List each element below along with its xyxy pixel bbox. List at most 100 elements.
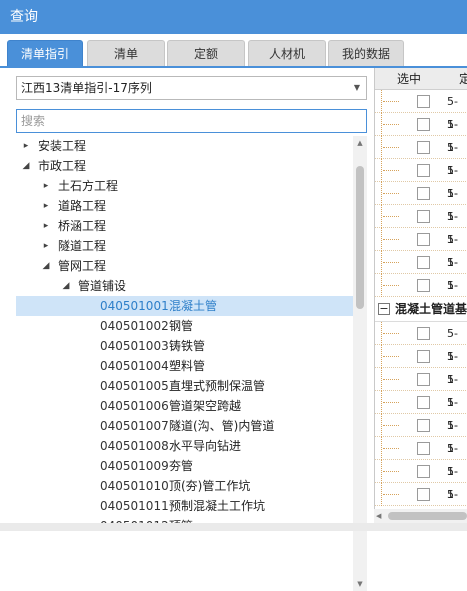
result-row[interactable]: 5-1-	[375, 251, 467, 292]
tree-node-pipe-laying[interactable]: ◢ 管道铺设	[16, 276, 353, 296]
column-header-select[interactable]: 选中	[397, 68, 421, 90]
tree-node-pipe-network[interactable]: ◢ 管网工程	[16, 256, 353, 276]
tree-item-040501002[interactable]: 040501002 钢管	[16, 316, 353, 336]
tree-item-040501007[interactable]: 040501007 隧道(沟、管)内管道	[16, 416, 353, 436]
row-checkbox[interactable]	[417, 350, 430, 363]
row-checkbox[interactable]	[417, 465, 430, 478]
tree-line	[381, 483, 382, 506]
expand-icon[interactable]: ▸	[40, 196, 52, 216]
tree-node-label: 市政工程	[38, 159, 87, 173]
tree-item-040501001[interactable]: 040501001 混凝土管	[16, 296, 353, 316]
result-row[interactable]: 5-1-	[375, 437, 467, 478]
tree-node-label: 道路工程	[58, 199, 107, 213]
tree-line	[383, 333, 399, 334]
row-checkbox[interactable]	[417, 419, 430, 432]
tree-line	[381, 414, 382, 437]
tree-node-road[interactable]: ▸ 道路工程	[16, 196, 353, 216]
scroll-left-icon[interactable]: ◀	[376, 509, 381, 523]
row-checkbox[interactable]	[417, 187, 430, 200]
chevron-down-icon[interactable]: ▼	[354, 77, 360, 99]
result-row[interactable]: 5-1-	[375, 274, 467, 315]
scrollbar-thumb[interactable]	[356, 166, 364, 309]
row-checkbox[interactable]	[417, 256, 430, 269]
collapse-icon[interactable]: ◢	[20, 156, 32, 176]
row-checkbox[interactable]	[417, 373, 430, 386]
result-row[interactable]: 5-1-	[375, 322, 467, 363]
tree-node-earthwork[interactable]: ▸ 土石方工程	[16, 176, 353, 196]
result-row[interactable]: 5-1-	[375, 182, 467, 223]
tab-material[interactable]: 人材机	[248, 40, 326, 66]
result-row[interactable]: 5-1-	[375, 483, 467, 524]
item-name: 夯管	[169, 459, 194, 473]
expand-icon[interactable]: ▸	[40, 216, 52, 236]
row-checkbox[interactable]	[417, 442, 430, 455]
tree-line	[381, 113, 382, 136]
guide-select-value: 江西13清单指引-17序列	[21, 81, 152, 95]
tree-line	[383, 170, 399, 171]
scrollbar-thumb[interactable]	[388, 512, 467, 520]
tree-line	[383, 471, 399, 472]
collapse-icon[interactable]: ◢	[60, 276, 72, 296]
tree-line	[381, 159, 382, 182]
tab-my-data[interactable]: 我的数据	[328, 40, 404, 66]
tree-line	[383, 147, 399, 148]
result-row[interactable]: 5-1-	[375, 159, 467, 200]
column-header-code[interactable]: 定	[459, 68, 467, 90]
tree-item-040501003[interactable]: 040501003 铸铁管	[16, 336, 353, 356]
item-code: 040501010	[100, 479, 169, 493]
item-name: 顶(夯)管工作坑	[169, 479, 251, 493]
tree-line	[383, 193, 399, 194]
result-row[interactable]: 5-1-	[375, 90, 467, 131]
collapse-icon[interactable]: −	[378, 303, 390, 315]
row-checkbox[interactable]	[417, 396, 430, 409]
tree-item-040501008[interactable]: 040501008 水平导向钻进	[16, 436, 353, 456]
row-checkbox[interactable]	[417, 210, 430, 223]
tree-node-install[interactable]: ▸ 安装工程	[16, 136, 353, 156]
row-checkbox[interactable]	[417, 141, 430, 154]
expand-icon[interactable]: ▸	[40, 176, 52, 196]
tree-node-bridge[interactable]: ▸ 桥涵工程	[16, 216, 353, 236]
guide-select[interactable]: 江西13清单指引-17序列 ▼	[16, 76, 367, 100]
tree-line	[383, 379, 399, 380]
result-row[interactable]: 5-1-	[375, 205, 467, 246]
scroll-down-icon[interactable]: ▼	[353, 577, 367, 591]
row-checkbox[interactable]	[417, 488, 430, 501]
tree-item-040501011[interactable]: 040501011 预制混凝土工作坑	[16, 496, 353, 516]
tree-item-040501005[interactable]: 040501005 直埋式预制保温管	[16, 376, 353, 396]
result-row[interactable]: 5-1-	[375, 368, 467, 409]
result-row[interactable]: 5-1-	[375, 414, 467, 455]
expand-icon[interactable]: ▸	[40, 236, 52, 256]
collapse-icon[interactable]: ◢	[40, 256, 52, 276]
row-checkbox[interactable]	[417, 164, 430, 177]
results-horizontal-scrollbar[interactable]: ◀	[374, 509, 467, 523]
row-checkbox[interactable]	[417, 118, 430, 131]
row-checkbox[interactable]	[417, 233, 430, 246]
result-row[interactable]: 5-1-	[375, 345, 467, 386]
row-checkbox[interactable]	[417, 279, 430, 292]
tab-guide[interactable]: 清单指引	[7, 40, 83, 66]
result-row[interactable]: 5-1-	[375, 136, 467, 177]
tab-quota[interactable]: 定额	[167, 40, 245, 66]
results-header: 选中 定	[375, 68, 467, 90]
tree-item-040501010[interactable]: 040501010 顶(夯)管工作坑	[16, 476, 353, 496]
tree-node-tunnel[interactable]: ▸ 隧道工程	[16, 236, 353, 256]
tree-item-040501009[interactable]: 040501009 夯管	[16, 456, 353, 476]
result-row[interactable]: 5-1-	[375, 228, 467, 269]
scroll-up-icon[interactable]: ▲	[353, 136, 367, 150]
result-group-header[interactable]: − 混凝土管道基	[375, 297, 467, 322]
expand-icon[interactable]: ▸	[20, 136, 32, 156]
tree-item-040501004[interactable]: 040501004 塑料管	[16, 356, 353, 376]
result-row[interactable]: 5-1-	[375, 460, 467, 501]
tree-line	[383, 494, 399, 495]
item-name: 隧道(沟、管)内管道	[169, 419, 275, 433]
item-code: 040501007	[100, 419, 169, 433]
tree-line	[383, 124, 399, 125]
tree-node-municipal[interactable]: ◢ 市政工程	[16, 156, 353, 176]
search-input[interactable]	[16, 109, 367, 133]
result-row[interactable]: 5-1-	[375, 391, 467, 432]
tab-bill[interactable]: 清单	[87, 40, 165, 66]
row-checkbox[interactable]	[417, 95, 430, 108]
row-checkbox[interactable]	[417, 327, 430, 340]
tree-item-040501006[interactable]: 040501006 管道架空跨越	[16, 396, 353, 416]
result-row[interactable]: 5-1-	[375, 113, 467, 154]
